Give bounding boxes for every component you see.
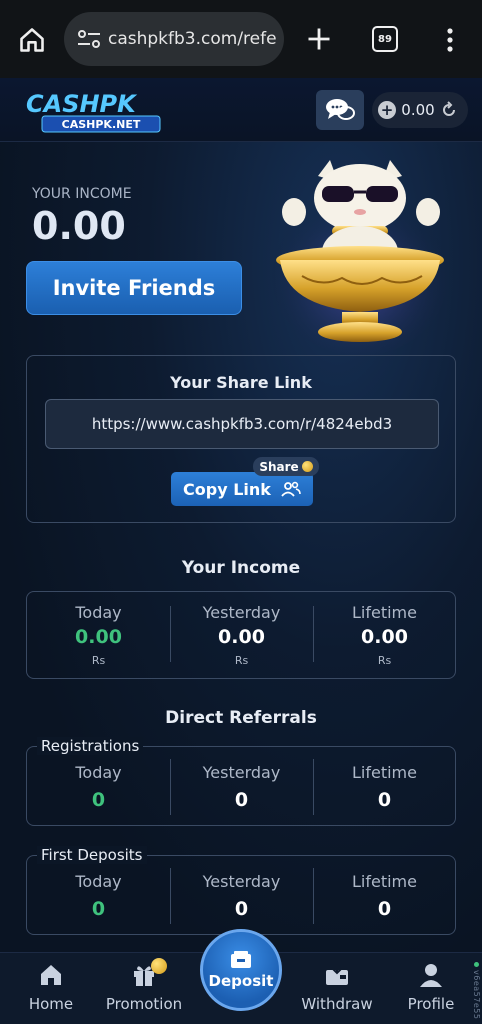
tab-switcher-button[interactable]: 89 xyxy=(372,26,398,52)
stat-value: 0 xyxy=(377,789,392,811)
stat-value: 0 xyxy=(377,898,392,920)
income-section-title: Your Income xyxy=(181,558,301,578)
withdraw-icon xyxy=(326,963,348,985)
stat-label: Yesterday xyxy=(202,763,281,782)
promotion-coin-badge xyxy=(151,958,167,974)
chat-button[interactable] xyxy=(316,90,364,130)
stat-label: Lifetime xyxy=(352,872,417,891)
site-settings-icon[interactable] xyxy=(76,28,102,50)
stat-value: 0.00 xyxy=(218,626,265,648)
address-bar[interactable]: cashpkfb3.com/refe xyxy=(64,12,284,66)
nav-home[interactable]: Home xyxy=(6,961,96,1013)
site-header: CASHPK CASHPK.NET + 0.00 xyxy=(0,78,482,142)
stat-label: Yesterday xyxy=(202,603,281,622)
share-link-text: https://www.cashpkfb3.com/r/4824ebd3 xyxy=(91,415,393,433)
income-value: 0.00 xyxy=(32,204,126,248)
nav-withdraw[interactable]: Withdraw xyxy=(292,961,382,1013)
invite-friends-button[interactable]: Invite Friends xyxy=(26,261,242,315)
status-dot xyxy=(474,962,479,967)
users-icon xyxy=(281,481,301,497)
stat-label: Yesterday xyxy=(202,872,281,891)
stat-label: Lifetime xyxy=(352,763,417,782)
nav-deposit[interactable]: Deposit xyxy=(200,929,282,1011)
first-deposits-yesterday: Yesterday 0 xyxy=(170,856,313,934)
income-label: YOUR INCOME xyxy=(32,186,132,202)
income-stats-card: Today 0.00 Rs Yesterday 0.00 Rs Lifetime… xyxy=(26,591,456,679)
tab-count: 89 xyxy=(378,33,392,45)
first-deposits-lifetime: Lifetime 0 xyxy=(313,856,456,934)
logo-main-text: CASHPK xyxy=(26,90,138,118)
stat-label: Today xyxy=(75,763,122,782)
cashpk-logo[interactable]: CASHPK CASHPK.NET xyxy=(24,86,176,134)
referrals-section-title: Direct Referrals xyxy=(165,708,317,728)
stat-unit: Rs xyxy=(234,654,249,667)
stat-label: Lifetime xyxy=(352,603,417,622)
nav-withdraw-label: Withdraw xyxy=(301,995,373,1013)
registrations-lifetime: Lifetime 0 xyxy=(313,747,456,825)
share-badge-text: Share xyxy=(259,459,299,474)
share-link-field[interactable]: https://www.cashpkfb3.com/r/4824ebd3 xyxy=(45,399,439,449)
registrations-card: Registrations Today 0 Yesterday 0 Lifeti… xyxy=(26,737,456,826)
url-text: cashpkfb3.com/refe xyxy=(108,29,277,49)
balance-value: 0.00 xyxy=(401,101,435,119)
nav-profile[interactable]: Profile xyxy=(386,961,476,1013)
version-tag: v6ea57e55 xyxy=(472,970,481,1020)
first-deposits-today: Today 0 xyxy=(27,856,170,934)
share-link-card: Your Share Link https://www.cashpkfb3.co… xyxy=(26,355,456,523)
stat-value: 0.00 xyxy=(75,626,122,648)
referral-page: YOUR INCOME 0.00 Invite Friends Your Sha… xyxy=(0,142,482,952)
share-link-title: Your Share Link xyxy=(170,373,312,392)
nav-promotion[interactable]: Promotion xyxy=(99,958,189,1013)
new-tab-icon[interactable] xyxy=(305,24,333,54)
copy-link-button[interactable]: Copy Link xyxy=(171,472,313,506)
income-yesterday: Yesterday 0.00 Rs xyxy=(170,592,313,678)
stat-value: 0 xyxy=(91,789,106,811)
copy-link-label: Copy Link xyxy=(183,479,271,499)
lucky-cat-illustration xyxy=(272,160,448,356)
balance-pill: + 0.00 xyxy=(372,92,468,128)
coin-icon xyxy=(301,461,313,472)
stat-value: 0 xyxy=(91,898,106,920)
add-funds-icon[interactable]: + xyxy=(378,101,396,119)
stat-label: Today xyxy=(75,872,122,891)
stat-unit: Rs xyxy=(91,654,106,667)
browser-toolbar: cashpkfb3.com/refe 89 xyxy=(0,0,482,78)
nav-deposit-label: Deposit xyxy=(208,972,274,990)
wallet-icon xyxy=(231,951,251,968)
share-badge: Share xyxy=(253,457,319,476)
first-deposits-card: First Deposits Today 0 Yesterday 0 Lifet… xyxy=(26,846,456,935)
bottom-navigation: Home Promotion Deposit Withdraw Profile xyxy=(0,929,482,1024)
nav-promotion-label: Promotion xyxy=(105,995,183,1013)
registrations-today: Today 0 xyxy=(27,747,170,825)
home-icon xyxy=(41,965,61,985)
more-menu-icon[interactable] xyxy=(440,26,460,54)
home-icon[interactable] xyxy=(18,26,46,54)
nav-profile-label: Profile xyxy=(407,995,455,1013)
user-icon xyxy=(420,964,442,987)
stat-value: 0.00 xyxy=(361,626,408,648)
income-today: Today 0.00 Rs xyxy=(27,592,170,678)
stat-value: 0 xyxy=(234,898,249,920)
income-lifetime: Lifetime 0.00 Rs xyxy=(313,592,456,678)
chat-bubbles-icon xyxy=(326,99,355,120)
refresh-icon[interactable] xyxy=(440,101,458,119)
stat-unit: Rs xyxy=(377,654,392,667)
registrations-yesterday: Yesterday 0 xyxy=(170,747,313,825)
stat-label: Today xyxy=(75,603,122,622)
nav-home-label: Home xyxy=(28,995,74,1013)
logo-sub-text: CASHPK.NET xyxy=(62,118,141,131)
stat-value: 0 xyxy=(234,789,249,811)
